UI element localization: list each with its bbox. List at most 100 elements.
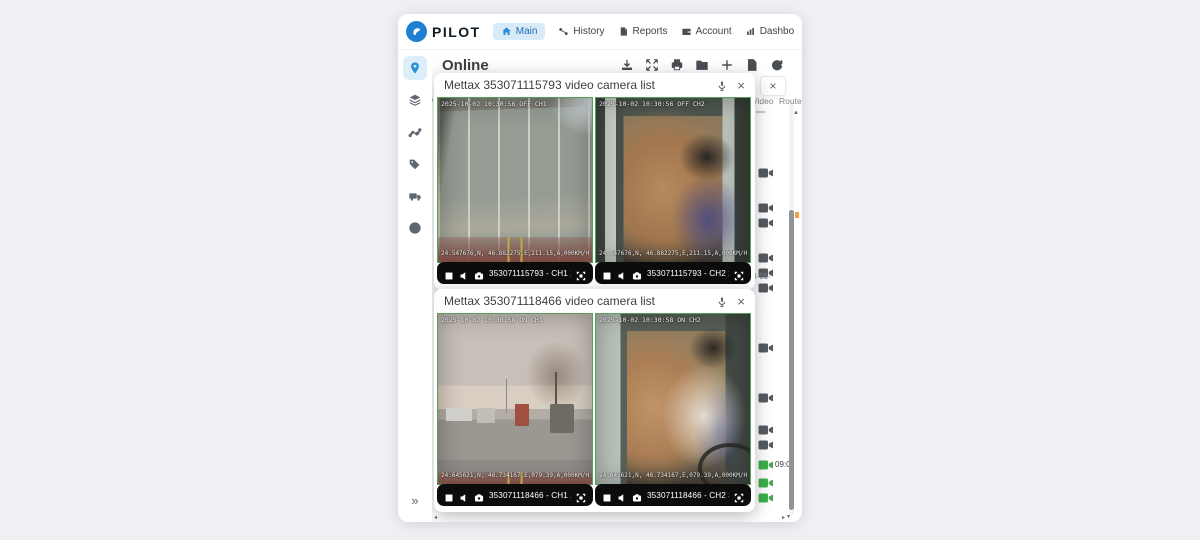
print-button[interactable] <box>670 58 684 72</box>
fullscreen-button[interactable] <box>734 268 744 278</box>
steering-wheel-icon <box>408 221 422 235</box>
nav-item-history[interactable]: History <box>558 26 604 37</box>
fullscreen-button[interactable] <box>734 490 744 500</box>
nav-item-reports[interactable]: Reports <box>618 26 668 37</box>
microphone-icon <box>716 296 728 308</box>
audio-button[interactable] <box>459 490 469 500</box>
nav-label: Main <box>516 26 538 37</box>
video-gps-overlay: 24.547676,N, 46.882275,E,211.15,A,000KM/… <box>441 250 590 257</box>
location-pin-icon <box>408 61 422 75</box>
brand-name: PILOT <box>432 24 481 40</box>
video-camera-icon[interactable] <box>758 216 774 228</box>
stop-button[interactable] <box>602 490 612 500</box>
wallet-icon <box>681 26 692 37</box>
snapshot-button[interactable] <box>632 490 642 500</box>
modal-title: Mettax 353071115793 video camera list <box>444 78 655 92</box>
truck-icon <box>408 189 422 203</box>
modal-title: Mettax 353071118466 video camera list <box>444 294 655 308</box>
download-button[interactable] <box>620 58 634 72</box>
nav-label: Reports <box>633 26 668 37</box>
snapshot-button[interactable] <box>632 268 642 278</box>
video-timestamp: 2025-10-02 10:30:58 ON CH1 <box>441 316 590 324</box>
video-channel-1: 2025-10-02 10:30:58 ON CH1 24.645621,N, … <box>437 313 593 506</box>
device-list-scrollbar[interactable] <box>789 104 794 516</box>
fullscreen-button[interactable] <box>576 268 586 278</box>
plus-icon <box>720 58 734 72</box>
add-button[interactable] <box>720 58 734 72</box>
video-channel-1: 2025-10-02 10:30:56 OFF CH1 24.547676,N,… <box>437 97 593 284</box>
column-header-video[interactable]: Video <box>752 96 774 106</box>
audio-button[interactable] <box>617 268 627 278</box>
video-camera-icon[interactable] <box>758 438 774 450</box>
modal-close-button[interactable]: × <box>737 295 745 308</box>
fullscreen-button[interactable] <box>576 490 586 500</box>
microphone-icon <box>716 80 728 92</box>
video-scene-shape <box>446 408 472 422</box>
layers-icon <box>408 93 422 107</box>
left-sidebar: » <box>398 50 432 522</box>
nav-item-dashboard[interactable]: Dashboard <box>745 26 794 37</box>
audio-button[interactable] <box>617 490 627 500</box>
video-scene-shape <box>506 379 507 413</box>
modal-header[interactable]: Mettax 353071118466 video camera list × <box>434 289 755 313</box>
folder-icon <box>695 58 709 72</box>
tags-icon <box>408 157 422 171</box>
sidebar-item-layers[interactable] <box>403 88 427 112</box>
microphone-button[interactable] <box>716 295 728 307</box>
stop-button[interactable] <box>444 268 454 278</box>
video-controls: 353071118466 - CH1 27KB/S <box>437 484 593 506</box>
panel-close-button[interactable]: × <box>760 76 786 96</box>
sidebar-item-routes[interactable] <box>403 120 427 144</box>
scroll-left-arrow[interactable]: ◂ <box>434 514 437 521</box>
stop-button[interactable] <box>444 490 454 500</box>
video-camera-icon[interactable] <box>758 391 774 403</box>
video-controls: 353071115793 - CH1 23KB/S <box>437 262 593 284</box>
channel-label: 353071118466 - CH2 31KB/S <box>647 491 729 500</box>
modal-header[interactable]: Mettax 353071115793 video camera list × <box>434 73 755 97</box>
download-icon <box>620 58 634 72</box>
video-camera-icon[interactable] <box>758 341 774 353</box>
brand-logo[interactable]: PILOT <box>406 21 481 42</box>
video-camera-icon[interactable] <box>758 166 774 178</box>
sidebar-collapse-button[interactable]: » <box>398 493 432 508</box>
video-controls: 353071115793 - CH2 28KB/S <box>595 262 751 284</box>
stop-button[interactable] <box>602 268 612 278</box>
audio-button[interactable] <box>459 268 469 278</box>
scroll-right-arrow[interactable]: ▸ <box>782 514 785 521</box>
video-scene-shape <box>550 404 573 433</box>
video-camera-icon[interactable] <box>758 201 774 213</box>
folder-button[interactable] <box>695 58 709 72</box>
video-frame-ch1[interactable]: 2025-10-02 10:30:56 OFF CH1 24.547676,N,… <box>437 97 593 263</box>
video-gps-overlay: 24.547676,N, 46.882275,E,211.15,A,000KM/… <box>599 250 748 257</box>
scrollbar-thumb[interactable] <box>789 210 794 510</box>
video-camera-icon[interactable] <box>758 423 774 435</box>
snapshot-button[interactable] <box>474 490 484 500</box>
sidebar-item-vehicles[interactable] <box>403 184 427 208</box>
modal-close-button[interactable]: × <box>737 79 745 92</box>
app-window: PILOT Main History Reports Account Dashb… <box>398 14 802 522</box>
channel-label: 353071115793 - CH2 28KB/S <box>647 269 729 278</box>
video-frame-ch2[interactable]: 2025-10-02 10:30:56 OFF CH2 24.547676,N,… <box>595 97 751 263</box>
route-history-icon <box>558 26 569 37</box>
nav-item-account[interactable]: Account <box>681 26 732 37</box>
microphone-button[interactable] <box>716 79 728 91</box>
scroll-down-arrow[interactable]: ▾ <box>787 513 790 520</box>
main-menu: Main History Reports Account Dashboard E… <box>493 23 794 40</box>
snapshot-button[interactable] <box>474 268 484 278</box>
video-channel-2: 2025-10-02 10:30:58 ON CH2 24.645621,N, … <box>595 313 751 506</box>
sidebar-item-tracking[interactable] <box>403 56 427 80</box>
sidebar-item-drivers[interactable] <box>403 216 427 240</box>
sidebar-item-tags[interactable] <box>403 152 427 176</box>
refresh-button[interactable] <box>770 58 784 72</box>
video-channel-2: 2025-10-02 10:30:56 OFF CH2 24.547676,N,… <box>595 97 751 284</box>
fit-screen-button[interactable] <box>645 58 659 72</box>
video-timestamp: 2025-10-02 10:30:56 OFF CH1 <box>441 100 590 108</box>
video-frame-ch2[interactable]: 2025-10-02 10:30:58 ON CH2 24.645621,N, … <box>595 313 751 485</box>
video-camera-icon[interactable] <box>758 491 774 503</box>
nav-item-main[interactable]: Main <box>493 23 546 40</box>
video-camera-icon[interactable] <box>758 458 774 470</box>
video-camera-icon[interactable] <box>758 476 774 488</box>
export-file-button[interactable] <box>745 58 759 72</box>
video-camera-icon[interactable] <box>758 251 774 263</box>
video-frame-ch1[interactable]: 2025-10-02 10:30:58 ON CH1 24.645621,N, … <box>437 313 593 485</box>
